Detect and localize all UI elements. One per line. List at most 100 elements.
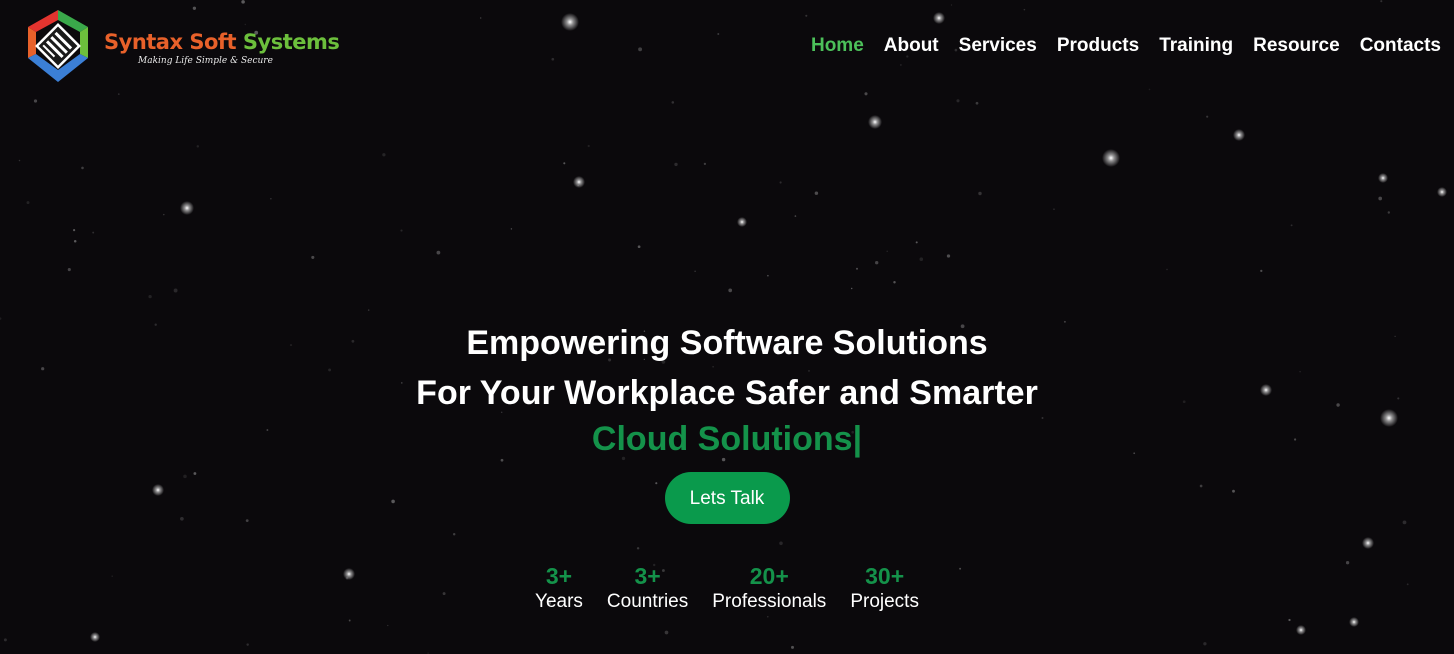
star-dim bbox=[348, 619, 351, 622]
star-bright bbox=[1378, 173, 1388, 183]
star-dim bbox=[563, 162, 566, 165]
star-dim bbox=[173, 288, 178, 293]
star-dim bbox=[1378, 196, 1383, 201]
star-dim bbox=[767, 616, 769, 618]
star-dim bbox=[814, 191, 819, 195]
star-dim bbox=[196, 145, 200, 148]
star-dim bbox=[1288, 618, 1291, 622]
star-dim bbox=[67, 268, 71, 272]
star-dim bbox=[794, 215, 797, 217]
star-dim bbox=[978, 191, 982, 196]
star-dim bbox=[148, 294, 152, 299]
star-dim bbox=[1206, 115, 1209, 118]
star-dim bbox=[311, 255, 315, 259]
stat-value: 20+ bbox=[749, 563, 789, 589]
typing-cursor: | bbox=[852, 420, 863, 458]
star-dim bbox=[674, 162, 678, 167]
star-dim bbox=[436, 250, 441, 255]
hero-headline-line1: Empowering Software Solutions bbox=[466, 324, 988, 362]
star-dim bbox=[664, 630, 669, 635]
star-dim bbox=[33, 99, 38, 103]
stat-value: 3+ bbox=[634, 563, 661, 589]
stat-label: Years bbox=[535, 591, 583, 612]
star-dim bbox=[117, 93, 120, 95]
star-dim bbox=[1203, 642, 1207, 646]
stat-label: Professionals bbox=[712, 591, 827, 612]
star-dim bbox=[703, 162, 707, 166]
nav-item-resource[interactable]: Resource bbox=[1253, 35, 1340, 57]
star-bright bbox=[1349, 617, 1359, 627]
nav-item-about[interactable]: About bbox=[884, 35, 939, 57]
star-bright bbox=[1233, 129, 1245, 141]
star-dim bbox=[1166, 268, 1168, 271]
star-dim bbox=[850, 287, 853, 290]
hero-headline-line2: For Your Workplace Safer and Smarter bbox=[416, 374, 1038, 412]
star-dim bbox=[163, 213, 165, 216]
star-dim bbox=[270, 198, 272, 200]
star-bright bbox=[180, 201, 194, 215]
hexagon-logo-icon bbox=[28, 10, 88, 82]
star-dim bbox=[73, 229, 76, 232]
star-dim bbox=[382, 153, 386, 157]
brand-tagline: Making Life Simple & Secure bbox=[138, 56, 273, 66]
star-dim bbox=[946, 254, 951, 258]
star-bright bbox=[1296, 625, 1306, 635]
stat-countries: 3+ Countries bbox=[607, 562, 688, 614]
star-dim bbox=[3, 638, 7, 642]
star-bright bbox=[573, 176, 585, 188]
star-dim bbox=[779, 541, 783, 546]
star-dim bbox=[1053, 208, 1055, 210]
star-dim bbox=[246, 643, 249, 646]
star-dim bbox=[779, 181, 782, 184]
star-dim bbox=[864, 92, 868, 96]
star-bright bbox=[90, 632, 100, 642]
stat-value: 3+ bbox=[545, 563, 573, 589]
star-bright bbox=[1362, 537, 1374, 549]
hero-section: Empowering Software Solutions For Your W… bbox=[0, 318, 1454, 524]
main-nav: Home About Services Products Training Re… bbox=[811, 35, 1441, 57]
star-dim bbox=[367, 309, 370, 311]
star-dim bbox=[81, 166, 84, 170]
star-dim bbox=[587, 144, 590, 148]
star-dim bbox=[791, 645, 794, 649]
brand-logo[interactable]: Syntax Soft Systems Making Life Simple &… bbox=[22, 8, 352, 86]
star-dim bbox=[893, 280, 896, 284]
nav-item-products[interactable]: Products bbox=[1057, 35, 1139, 57]
star-dim bbox=[1290, 224, 1293, 227]
site-header: Syntax Soft Systems Making Life Simple &… bbox=[0, 0, 1454, 92]
stat-label: Countries bbox=[606, 591, 689, 612]
star-bright bbox=[1437, 187, 1447, 197]
star-dim bbox=[26, 201, 30, 205]
stat-value: 30+ bbox=[865, 563, 905, 589]
star-dim bbox=[886, 250, 888, 253]
star-dim bbox=[915, 241, 918, 244]
hero-rotating-text: Cloud Solutions| bbox=[0, 418, 1454, 460]
star-dim bbox=[637, 245, 641, 249]
star-dim bbox=[875, 261, 879, 265]
lets-talk-button[interactable]: Lets Talk bbox=[664, 472, 790, 524]
star-dim bbox=[956, 99, 960, 103]
nav-item-contacts[interactable]: Contacts bbox=[1360, 35, 1441, 57]
star-dim bbox=[577, 185, 579, 187]
nav-item-training[interactable]: Training bbox=[1159, 35, 1233, 57]
star-dim bbox=[919, 257, 924, 261]
star-dim bbox=[1387, 211, 1391, 214]
stat-professionals: 20+ Professionals bbox=[712, 562, 826, 614]
star-dim bbox=[452, 533, 456, 536]
star-bright bbox=[737, 217, 747, 227]
star-dim bbox=[636, 547, 640, 550]
star-dim bbox=[975, 101, 979, 105]
nav-item-home[interactable]: Home bbox=[811, 35, 864, 57]
star-dim bbox=[856, 267, 858, 270]
star-bright bbox=[1102, 149, 1120, 167]
star-dim bbox=[1260, 269, 1263, 273]
nav-item-services[interactable]: Services bbox=[959, 35, 1037, 57]
brand-name: Syntax Soft Systems bbox=[104, 30, 340, 54]
stat-projects: 30+ Projects bbox=[850, 562, 919, 614]
star-dim bbox=[767, 274, 769, 277]
star-dim bbox=[18, 159, 21, 162]
stats-row: 3+ Years 3+ Countries 20+ Professionals … bbox=[0, 562, 1454, 614]
brand-name-part1: Syntax bbox=[104, 30, 183, 54]
stat-label: Projects bbox=[850, 591, 919, 612]
star-dim bbox=[92, 231, 95, 234]
